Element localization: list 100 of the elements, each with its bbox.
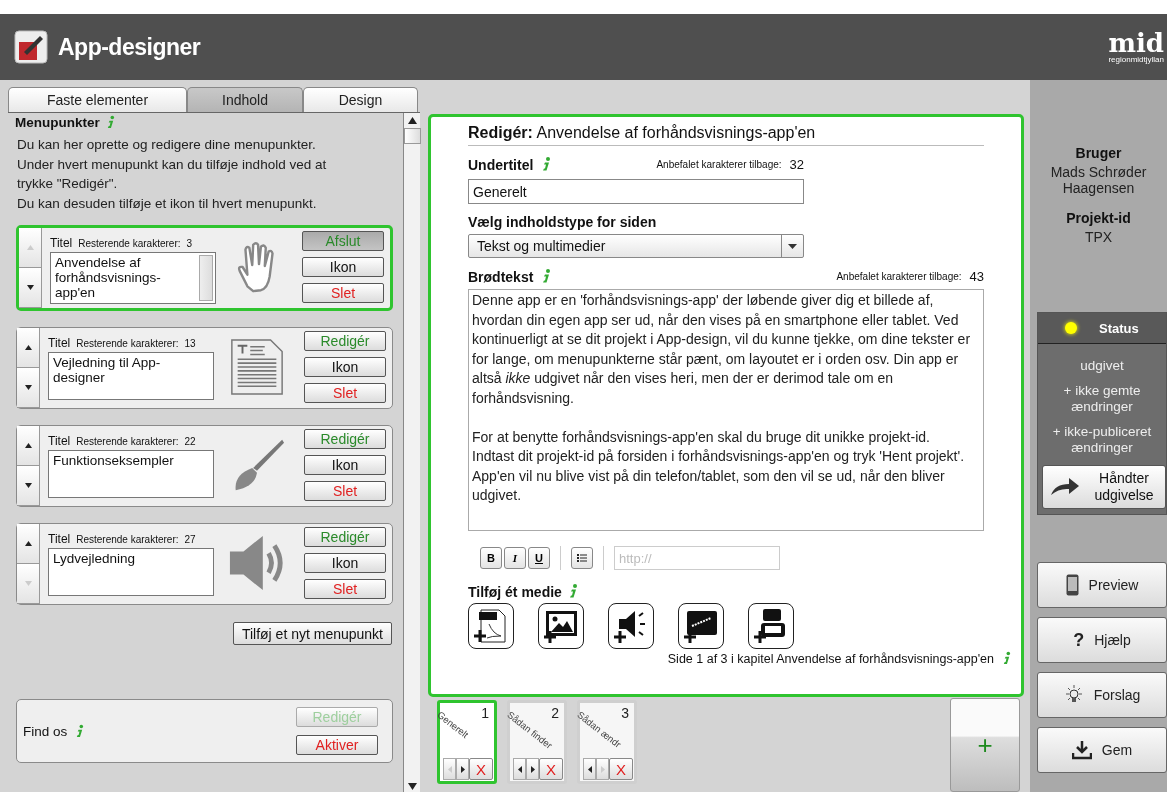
phone-icon <box>1065 574 1079 596</box>
delete-page-button[interactable]: X <box>469 758 493 780</box>
info-icon[interactable] <box>541 268 552 285</box>
user-label: Bruger <box>1075 145 1122 161</box>
left-arrow-icon <box>587 765 592 773</box>
app-logo-icon <box>14 30 48 64</box>
tab[interactable]: Design <box>303 87 418 112</box>
title-field[interactable]: Anvendelse af forhåndsvisnings-app'en <box>50 252 216 304</box>
delete-page-button[interactable]: X <box>539 758 563 780</box>
tab[interactable]: Indhold <box>187 87 303 112</box>
edit-button[interactable]: Redigér <box>304 331 386 351</box>
project-id-label: Projekt-id <box>1066 210 1131 226</box>
add-image-button[interactable] <box>538 603 584 649</box>
info-icon[interactable] <box>1002 651 1011 666</box>
title-field[interactable]: Vejledning til App-designer <box>48 352 214 400</box>
up-arrow-icon <box>24 443 32 448</box>
move-left-button[interactable] <box>513 758 526 780</box>
down-arrow-icon <box>24 581 32 586</box>
move-down-button[interactable] <box>17 466 39 506</box>
content-type-dropdown[interactable]: Tekst og multimedier <box>468 234 804 258</box>
move-right-button[interactable] <box>456 758 469 780</box>
bold-button[interactable]: B <box>480 547 502 569</box>
info-icon[interactable] <box>105 114 115 130</box>
publish-button[interactable]: Håndter udgivelse <box>1042 465 1166 509</box>
edit-button[interactable]: Redigér <box>304 527 386 547</box>
bulb-button[interactable]: Forslag <box>1037 672 1167 718</box>
info-icon[interactable] <box>75 723 85 739</box>
scroll-down-icon[interactable] <box>407 783 417 790</box>
add-web-button[interactable] <box>678 603 724 649</box>
page-info-text: Side 1 af 3 i kapitel Anvendelse af forhåndsvisnings-app'en <box>667 651 994 666</box>
caret-icon <box>788 243 797 249</box>
scrollbar[interactable] <box>403 113 420 792</box>
question-mark-icon: ? <box>1073 629 1085 651</box>
icon-button[interactable]: Ikon <box>304 455 386 475</box>
title-label: Titel <box>50 236 73 250</box>
list-icon <box>577 553 587 563</box>
down-arrow-icon <box>26 285 34 290</box>
add-video-button[interactable] <box>748 603 794 649</box>
add-menu-item-button[interactable]: Tilføj et nyt menupunkt <box>232 622 392 645</box>
up-arrow-icon <box>24 345 32 350</box>
move-down-button[interactable] <box>19 268 41 308</box>
delete-button[interactable]: Slet <box>304 481 386 501</box>
remaining-label: Resterende karakterer: <box>78 238 181 249</box>
delete-button[interactable]: Slet <box>302 283 384 303</box>
subtitle-label: Undertitel <box>468 156 534 173</box>
add-pdf-button[interactable] <box>468 603 514 649</box>
right-arrow-icon <box>600 765 605 773</box>
title-label: Titel <box>48 336 71 350</box>
title-label: Titel <box>48 434 71 448</box>
help-button[interactable]: ? Hjælp <box>1037 617 1167 663</box>
list-button[interactable] <box>571 547 593 569</box>
move-right-button[interactable] <box>526 758 539 780</box>
scroll-up-icon[interactable] <box>407 117 417 124</box>
icon-button[interactable]: Ikon <box>304 357 386 377</box>
info-icon[interactable] <box>541 156 552 173</box>
remaining-count: 13 <box>184 338 196 349</box>
body-text-field[interactable]: Denne app er en 'forhåndsvisnings-app' der løbende giver dig et billede af, hvordan din egen app ser ud, når den vises på en smartphone eller tablet. Ved kontinuerligt at se dit projekt i App-design, vil du kunne tjekke, om dine tekster er for lange, om menupunkterne står pænt, om layoutet er i orden osv. Din app er altså ikke udgivet når den vises heri, men der er derimod tale om en forhåndsvisning. For at benytte forhåndsvisnings-app'en skal du bruge dit unikke projekt-id. Indtast dit projekt-id på forsiden i forhåndsvisnings-app'en og tryk 'Hent projekt'. App'en vil nu blive vist på din telefon/tablet, som den vil se ud, når den bliver udgivet. <box>468 289 984 531</box>
up-arrow-icon <box>26 245 34 250</box>
delete-button[interactable]: Slet <box>304 579 386 599</box>
scrollbar[interactable] <box>199 255 213 301</box>
activate-button[interactable]: Aktiver <box>296 735 378 755</box>
url-input[interactable]: http:// <box>614 546 780 570</box>
title-label: Titel <box>48 532 71 546</box>
intro-text: Du kan her oprette og redigere dine menupunkter. <box>17 136 317 154</box>
info-icon[interactable] <box>567 583 578 600</box>
scroll-thumb[interactable] <box>403 128 421 144</box>
icon-button[interactable]: Ikon <box>304 553 386 573</box>
icon-button[interactable]: Ikon <box>302 257 384 277</box>
title-field[interactable]: Funktionseksempler <box>48 450 214 498</box>
phone-button[interactable]: Preview <box>1037 562 1167 608</box>
project-id: TPX <box>1083 229 1114 245</box>
italic-button[interactable]: I <box>504 547 526 569</box>
subtitle-input[interactable]: Generelt <box>468 179 804 204</box>
delete-button[interactable]: Slet <box>304 383 386 403</box>
add-audio-button[interactable] <box>608 603 654 649</box>
move-left-button[interactable] <box>583 758 596 780</box>
status-text: + ikke gemte ændringer <box>1062 383 1142 415</box>
left-arrow-icon <box>517 765 522 773</box>
edit-button[interactable]: Redigér <box>304 429 386 449</box>
intro-text: Under hvert menupunkt kan du tilføje indhold ved at <box>17 155 328 174</box>
status-title: Status <box>1099 320 1139 336</box>
speaker-icon <box>228 534 286 592</box>
underline-button[interactable]: U <box>528 547 550 569</box>
content-type-label: Vælg indholdstype for siden <box>468 214 658 230</box>
move-up-button[interactable] <box>17 524 39 564</box>
page-number: 2 <box>551 705 559 721</box>
move-up-button[interactable] <box>17 328 39 368</box>
counter-label: Anbefalet karakterer tilbage: <box>836 271 962 282</box>
tab[interactable]: Faste elementer <box>8 87 187 112</box>
remaining-label: Resterende karakterer: <box>76 436 179 447</box>
status-text: udgivet <box>1079 358 1125 374</box>
brand-subtext: regionmidtjyllan <box>1108 54 1164 64</box>
move-up-button[interactable] <box>17 426 39 466</box>
find-us-label: Find os <box>23 723 68 739</box>
delete-page-button[interactable]: X <box>609 758 633 780</box>
left-arrow-icon <box>447 765 452 773</box>
remaining-count: 22 <box>184 436 196 447</box>
title-field[interactable]: Lydvejledning <box>48 548 214 596</box>
move-down-button[interactable] <box>17 368 39 408</box>
download-button[interactable]: Gem <box>1037 727 1167 773</box>
